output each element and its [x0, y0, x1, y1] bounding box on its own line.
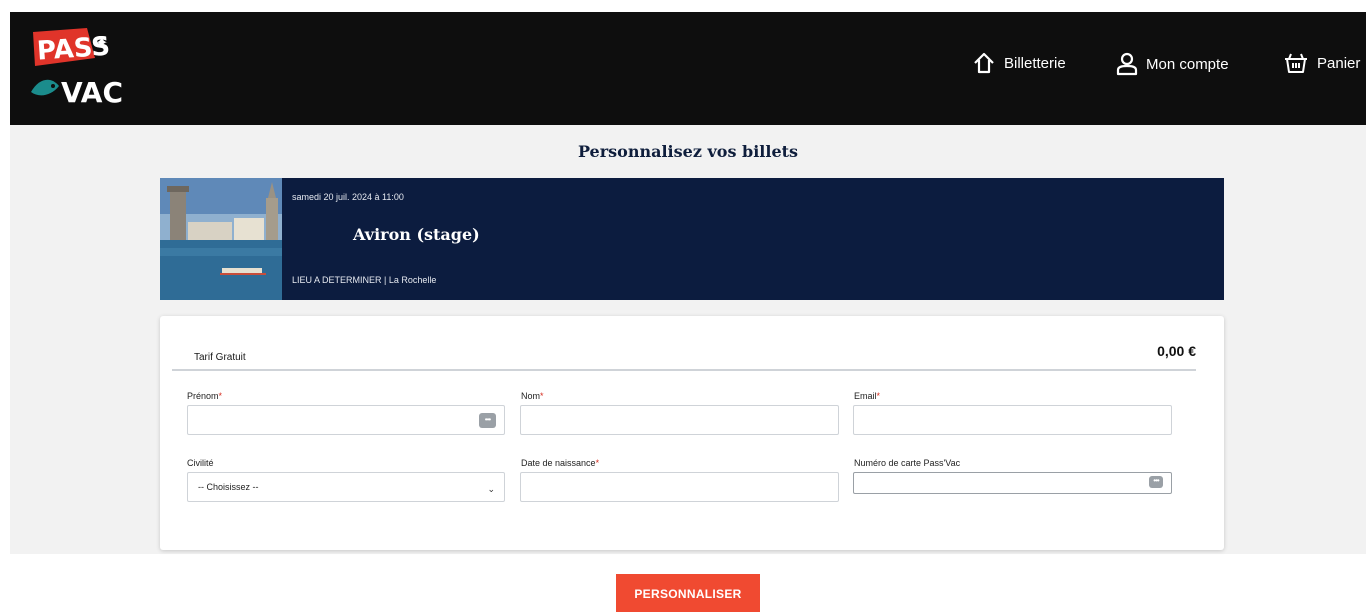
- prenom-label: Prénom*: [187, 391, 223, 401]
- required-mark: *: [218, 391, 223, 401]
- pass-vac-logo[interactable]: PASS ✦ VAC: [25, 26, 123, 109]
- nav-billetterie-label: Billetterie: [1004, 54, 1066, 72]
- required-mark: *: [540, 391, 544, 401]
- ticket-form-card: Tarif Gratuit 0,00 € Prénom* ••• Nom* Em…: [160, 316, 1224, 550]
- required-mark: *: [595, 458, 600, 468]
- prenom-input[interactable]: •••: [187, 405, 505, 435]
- carte-pass-vac-input[interactable]: •••: [853, 472, 1172, 494]
- nav-billetterie[interactable]: Billetterie: [972, 52, 1066, 74]
- autofill-icon[interactable]: •••: [479, 413, 496, 428]
- event-photo: [160, 178, 282, 300]
- user-icon: [1116, 52, 1138, 76]
- required-mark: *: [876, 391, 881, 401]
- event-venue: LIEU A DETERMINER | La Rochelle: [292, 275, 437, 285]
- svg-text:✦: ✦: [95, 33, 108, 52]
- nom-input[interactable]: [520, 405, 839, 435]
- svg-text:VAC: VAC: [61, 76, 123, 108]
- email-label: Email*: [854, 391, 881, 401]
- autofill-icon[interactable]: •••: [1149, 476, 1163, 488]
- event-date: samedi 20 juil. 2024 à 11:00: [292, 192, 404, 202]
- nom-label: Nom*: [521, 391, 544, 401]
- email-input[interactable]: [853, 405, 1172, 435]
- home-icon: [972, 52, 996, 74]
- nav-mon-compte-label: Mon compte: [1146, 55, 1229, 73]
- nav-panier-label: Panier: [1317, 54, 1361, 72]
- page-title: Personnalisez vos billets: [577, 142, 799, 161]
- date-naissance-input[interactable]: [520, 472, 839, 502]
- tarif-price: 0,00 €: [1157, 343, 1196, 359]
- page-frame: PASS ✦ VAC Billetterie Mon compte Panier…: [10, 12, 1366, 554]
- chevron-down-icon: ⌄: [487, 484, 495, 494]
- basket-icon: [1283, 52, 1309, 74]
- top-navigation-bar: PASS ✦ VAC Billetterie Mon compte Panier: [10, 12, 1366, 125]
- civilite-selected-value: -- Choisissez --: [198, 482, 259, 492]
- carte-label: Numéro de carte Pass'Vac: [854, 458, 961, 468]
- naissance-label: Date de naissance*: [521, 458, 600, 468]
- civilite-label: Civilité: [187, 458, 214, 468]
- nav-panier[interactable]: Panier: [1283, 52, 1360, 74]
- event-name: Aviron (stage): [353, 225, 480, 244]
- civilite-select[interactable]: -- Choisissez -- ⌄: [187, 472, 505, 502]
- personnaliser-button[interactable]: PERSONNALISER: [616, 574, 760, 612]
- tarif-divider: [172, 369, 1196, 371]
- tarif-label: Tarif Gratuit: [194, 352, 246, 363]
- nav-mon-compte[interactable]: Mon compte: [1116, 52, 1229, 76]
- event-banner: samedi 20 juil. 2024 à 11:00 Aviron (sta…: [160, 178, 1224, 300]
